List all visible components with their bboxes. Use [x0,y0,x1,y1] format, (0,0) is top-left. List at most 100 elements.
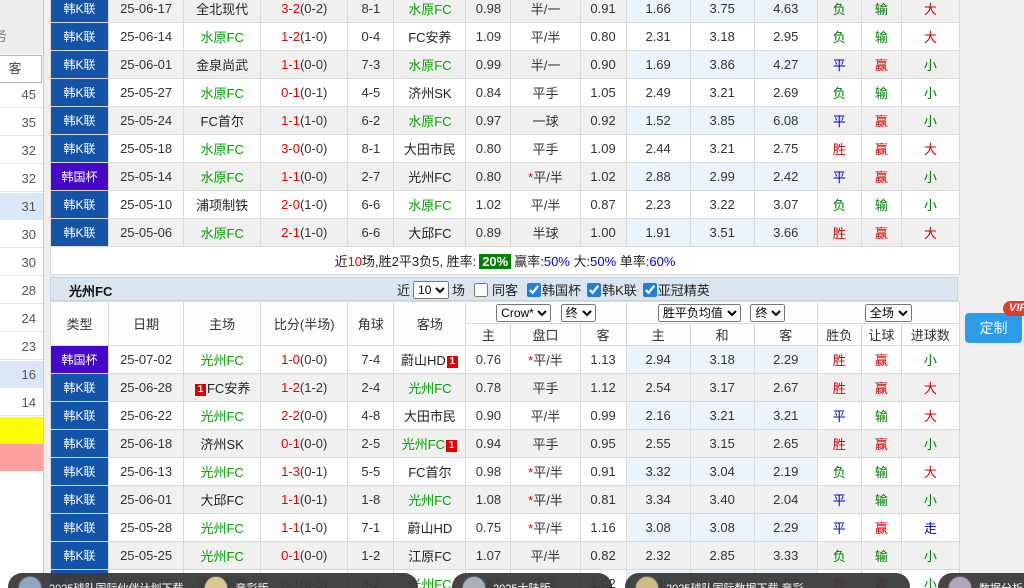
away-tab[interactable]: 客 [0,55,42,83]
half-time-score: (0-0) [300,141,327,156]
handicap-line: 一球 [533,114,559,129]
wdl-result: 平 [817,51,861,79]
league-badge: 韩K联 [51,219,109,247]
handicap-cell: *平/半 [511,458,580,486]
score-cell: 1-2(1-2) [261,374,348,402]
col-score: 比分(半场) [261,302,348,346]
taskbar-item[interactable]: 2025大陆版 [452,573,612,588]
team-name: 大邱FC [200,493,243,508]
match-date: 25-06-18 [109,430,184,458]
score-cell: 0-1(0-0) [261,542,348,570]
bookmaker-select[interactable]: Crow* [496,304,551,322]
goals-result: 走 [901,514,959,542]
away-team-cell: 光州FC [394,486,466,514]
euro-draw-odds: 3.75 [690,0,754,23]
section-title: 光州FC [69,281,112,300]
handicap-line: 平/半 [531,198,561,213]
scope-select[interactable]: 全场 [865,304,912,322]
wdl-result: 平 [817,486,861,514]
ah-away-odds: 1.16 [580,514,626,542]
score-cell: 1-1(0-1) [261,486,348,514]
team-name: 江原FC [408,549,451,564]
ah-result: 输 [861,191,901,219]
euro-home-odds: 1.52 [626,107,690,135]
left-panel-value: 31 [0,193,43,220]
score-cell: 0-1(0-0) [261,430,348,458]
ah-away-odds: 0.82 [580,542,626,570]
away-team-cell: 水原FC [394,107,466,135]
taskbar-item[interactable]: 2025球队国际数据下载 竞彩 [625,573,910,588]
half-time-score: (0-1) [300,492,327,507]
wdl-result: 胜 [817,346,861,374]
summary-win-label: 赢率: [514,254,544,269]
ah-away-odds: 0.91 [580,458,626,486]
app-icon [18,576,42,588]
taskbar-item[interactable]: 2025球队国际伙伴计划下载竞彩版 [8,573,418,588]
score-cell: 2-0(1-0) [261,191,348,219]
full-time-score: 1-1 [281,520,300,535]
match-date: 25-06-28 [109,374,184,402]
team-name: FC安养 [408,30,451,45]
score-cell: 1-2(1-0) [261,23,348,51]
corner-cell: 5-5 [348,458,394,486]
euro-away-odds: 2.67 [754,374,817,402]
full-time-score: 0-1 [281,436,300,451]
handicap-line: 平/半 [531,409,561,424]
handicap-cell: 平/半 [511,542,580,570]
wdl-result: 平 [817,107,861,135]
euro-draw-odds: 2.99 [690,163,754,191]
home-team-cell: 光州FC [184,542,261,570]
goals-result: 小 [901,79,959,107]
taskbar-item[interactable]: 数据分析 [938,573,1024,588]
euro-home-odds: 2.23 [626,191,690,219]
goals-result: 大 [901,23,959,51]
customize-button[interactable]: 定制 [965,313,1022,343]
score-cell: 1-1(1-0) [261,107,348,135]
league-badge: 韩K联 [51,23,109,51]
corner-cell: 4-8 [348,402,394,430]
match-count-select[interactable]: 10 [413,281,449,299]
league-checkbox-label: 韩K联 [602,280,637,299]
euro-home-odds: 2.54 [626,374,690,402]
away-team-cell: FC安养 [394,23,466,51]
euro-draw-odds: 3.86 [690,51,754,79]
final-odds-select-1[interactable]: 终 [561,304,596,322]
handicap-cell: *平/半 [511,163,580,191]
red-card-badge: 1 [447,356,458,368]
ah-away-odds: 0.99 [580,402,626,430]
away-team-cell: FC首尔 [394,458,466,486]
league-checkbox-2[interactable] [587,283,601,297]
col-wdl: 胜负 [817,324,861,346]
league-checkbox-3[interactable] [643,283,657,297]
team-name: 大田市民 [404,142,456,157]
summary-mid: 场,胜2平3负5, 胜率: [362,254,476,269]
final-odds-select-2[interactable]: 终 [750,304,785,322]
same-away-label: 同客 [492,280,518,299]
left-panel-value: 32 [0,165,43,192]
euro-away-odds: 2.19 [754,458,817,486]
same-away-checkbox[interactable] [474,283,488,297]
home-team-cell: 水原FC [184,135,261,163]
corner-cell: 8-1 [348,0,394,23]
handicap-line: 半/一 [531,58,561,73]
goals-result: 小 [901,486,959,514]
handicap-cell: 一球 [511,107,580,135]
home-team-cell: FC首尔 [184,107,261,135]
left-panel-value: 32 [0,137,43,164]
avg-odds-select[interactable]: 胜平负均值 [658,304,741,322]
league-badge: 韩K联 [51,486,109,514]
full-time-score: 1-1 [281,113,300,128]
goals-result: 大 [901,374,959,402]
handicap-line: 半球 [533,226,559,241]
home-team-cell: 水原FC [184,79,261,107]
away-team-cell: 光州FC [394,163,466,191]
ah-result: 赢 [861,219,901,247]
taskbar-item-label: 数据分析 [979,580,1023,588]
team-name: FC安养 [207,381,250,396]
highlight-band-pink [0,444,43,471]
col-type: 类型 [51,302,109,346]
record-summary: 近10场,胜2平3负5, 胜率:20%赢率:50% 大:50% 单率:60% [51,247,960,275]
league-checkbox-1[interactable] [527,283,541,297]
match-date: 25-06-01 [109,51,184,79]
full-time-score: 3-2 [281,1,300,16]
